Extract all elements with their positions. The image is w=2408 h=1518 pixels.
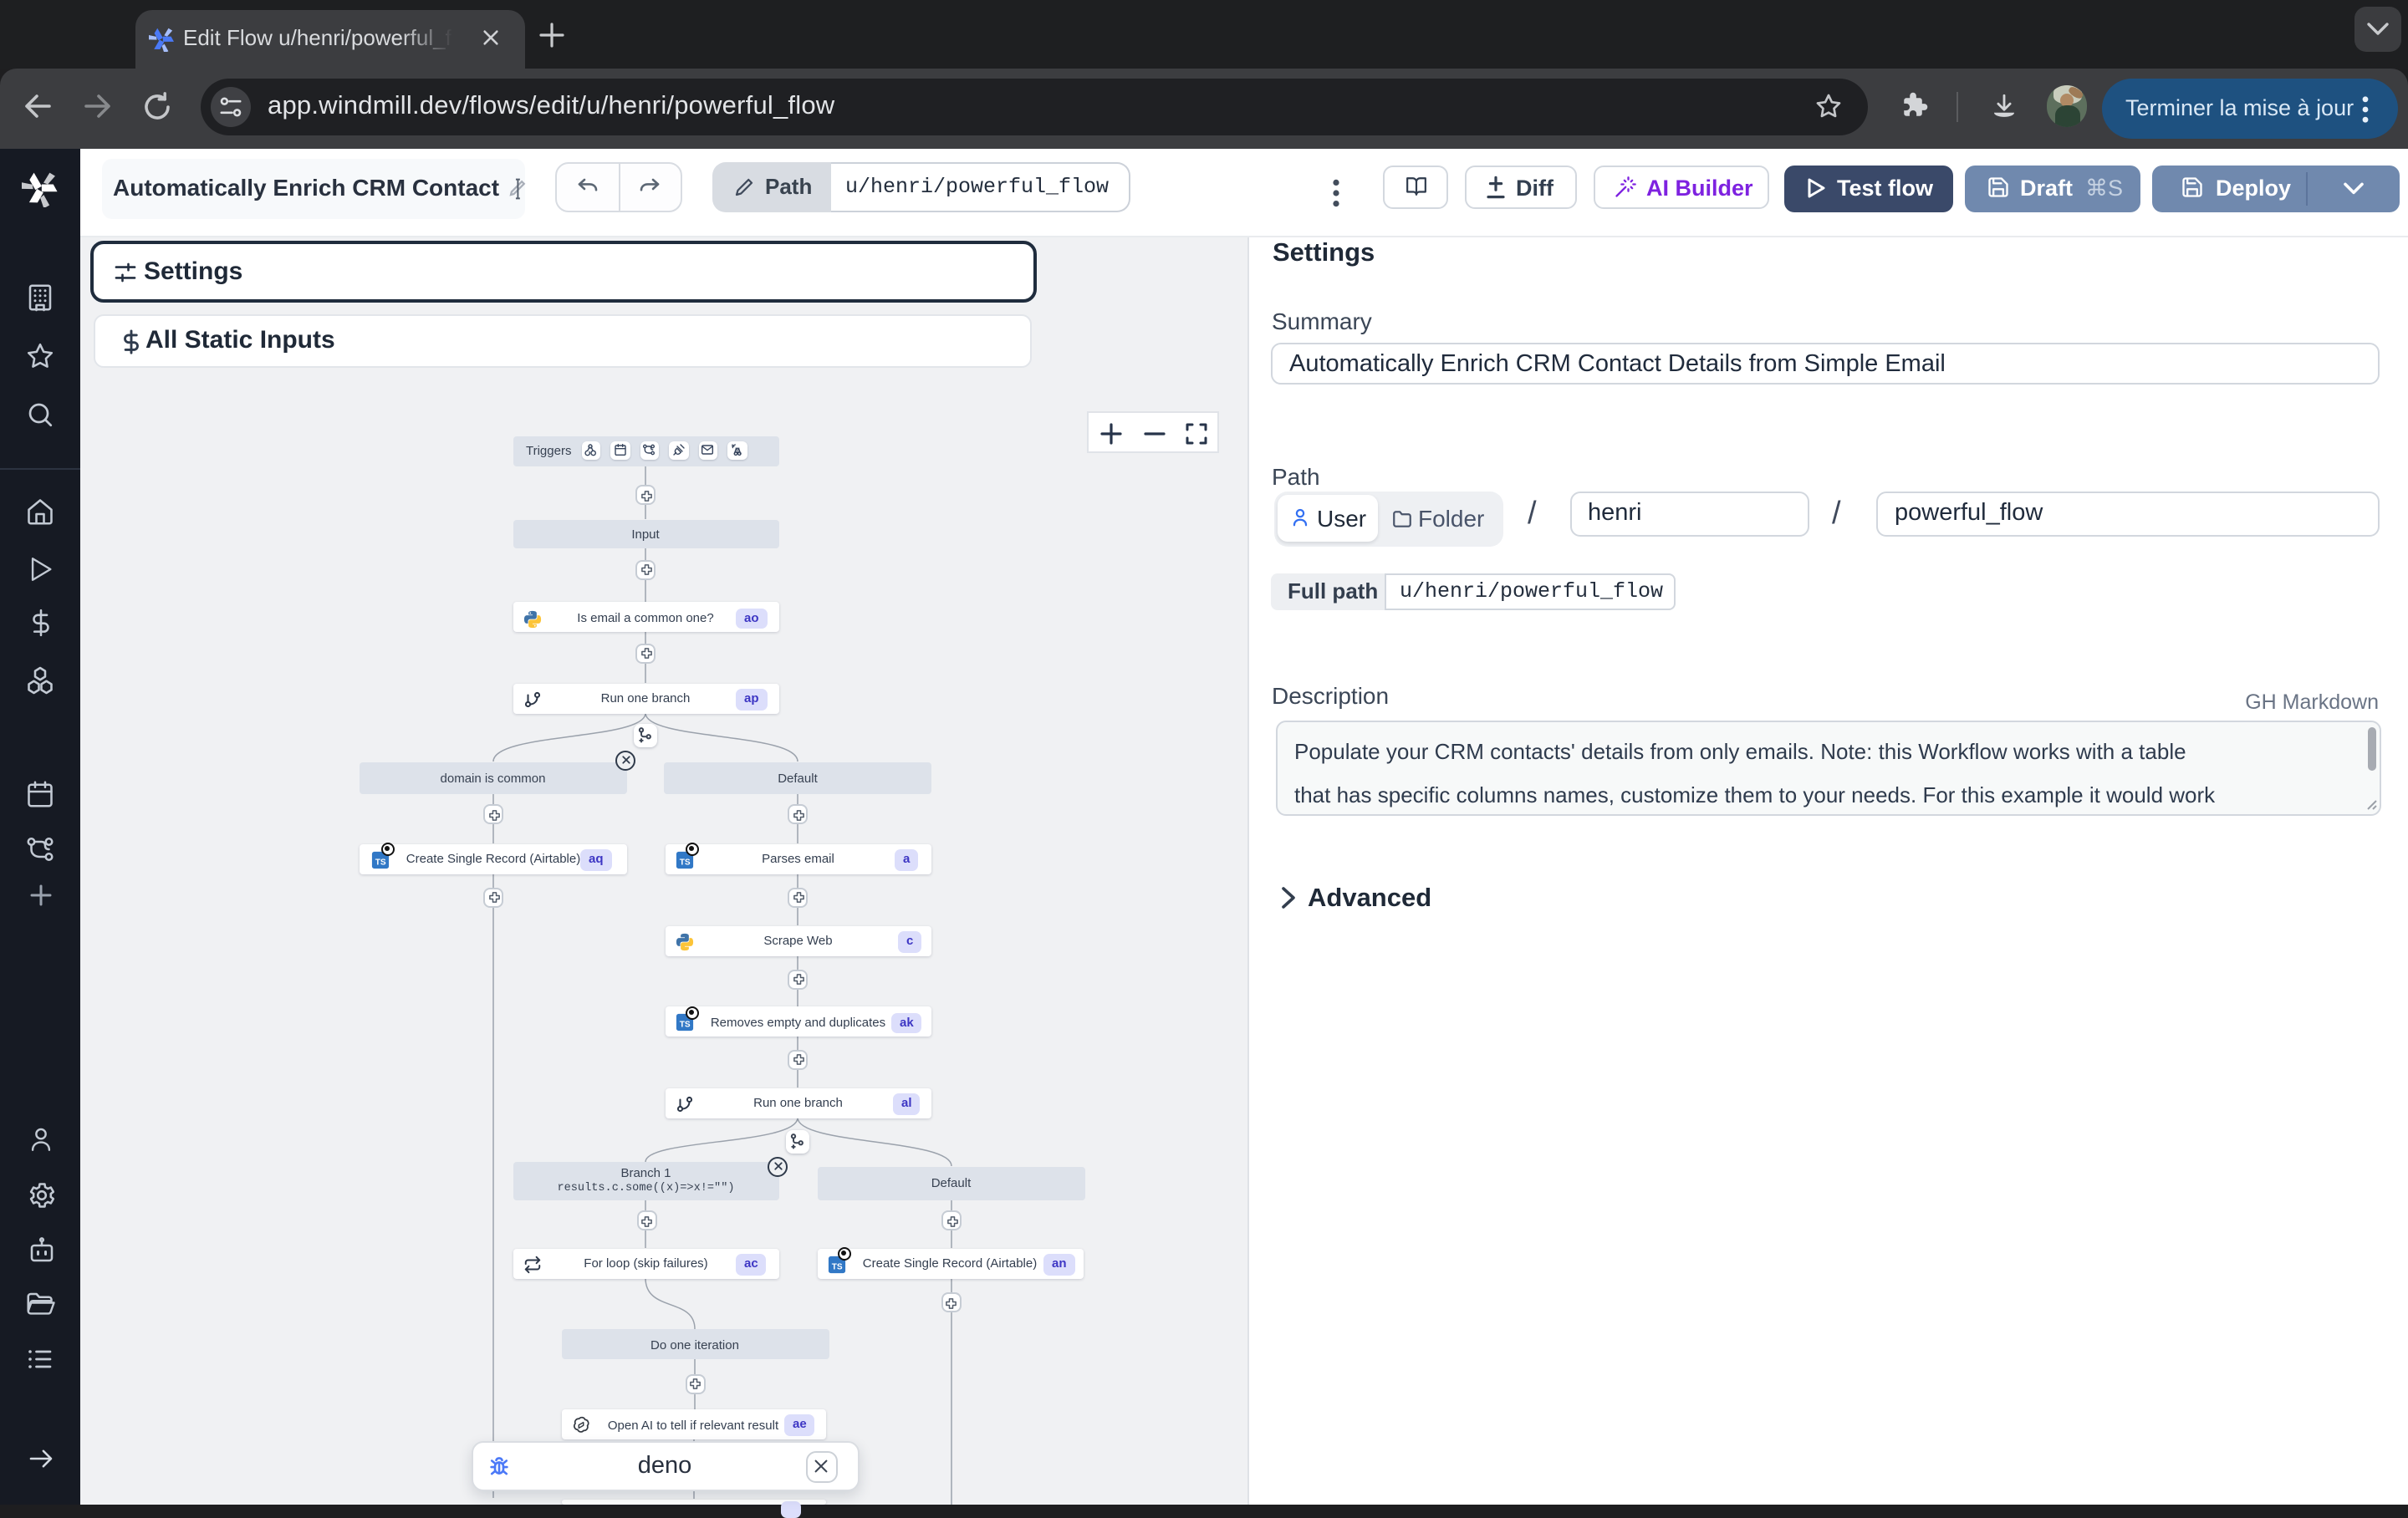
svg-text:TS: TS	[680, 1021, 691, 1030]
svg-text:TS: TS	[680, 858, 691, 867]
svg-text:TS: TS	[832, 1262, 843, 1271]
svg-text:TS: TS	[375, 858, 385, 867]
